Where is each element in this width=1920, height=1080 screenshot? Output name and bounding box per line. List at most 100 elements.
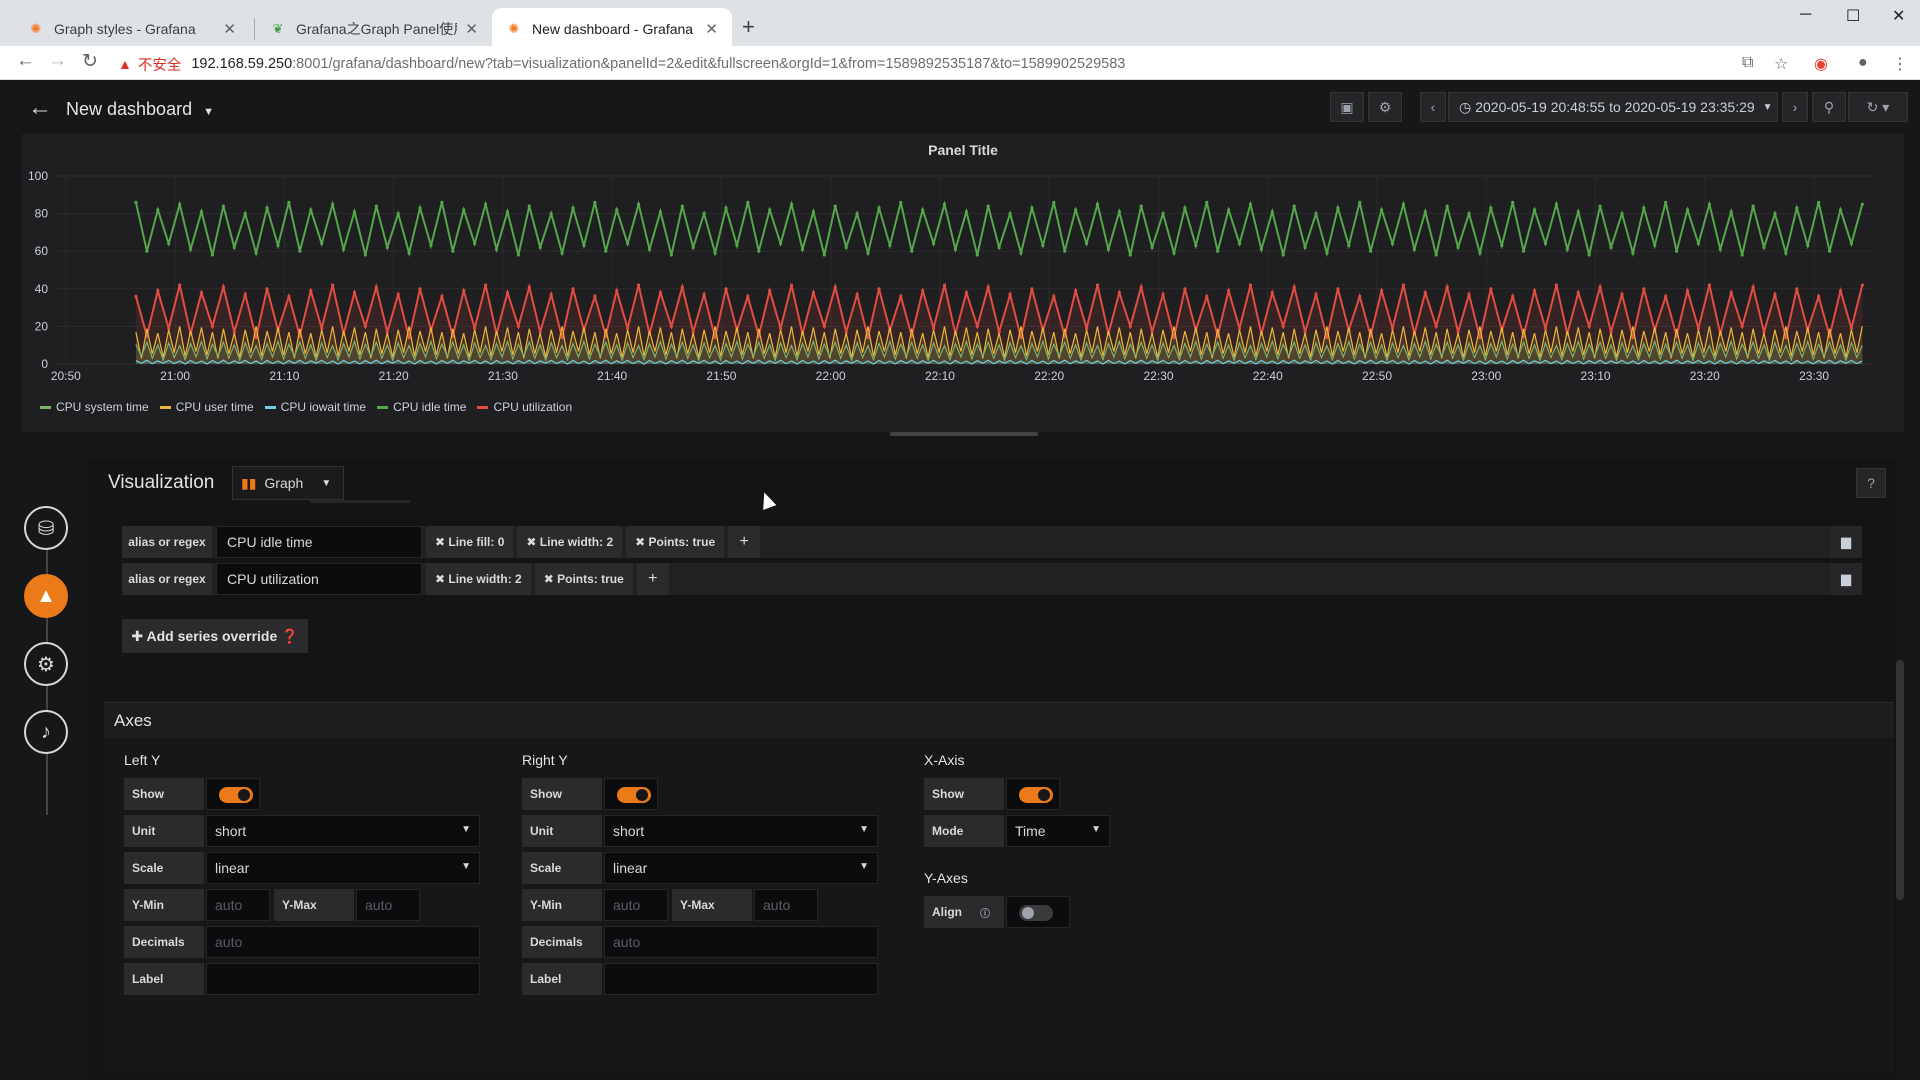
menu-icon[interactable]: ⋮	[1892, 54, 1908, 74]
override-pill[interactable]: ✖ Line fill: 0	[426, 526, 514, 558]
data-point	[1030, 206, 1034, 210]
viz-type: Graph	[264, 475, 304, 491]
data-point	[352, 290, 357, 295]
extension-icon[interactable]: ◉	[1814, 54, 1828, 74]
left-y-min-input[interactable]: auto	[206, 889, 270, 921]
data-point	[582, 243, 586, 248]
left-y-scale-select[interactable]: linear ▼	[206, 852, 480, 884]
y-axes-align-toggle[interactable]	[1006, 896, 1070, 928]
right-y-max-input[interactable]: auto	[754, 889, 818, 921]
data-point	[1532, 289, 1537, 293]
legend-item[interactable]: CPU idle time	[377, 400, 466, 414]
add-override-property-button[interactable]: +	[728, 526, 761, 558]
data-point	[429, 243, 433, 248]
override-pill[interactable]: ✖ Points: true	[534, 563, 633, 595]
data-point	[243, 212, 247, 216]
toggle-switch[interactable]	[1019, 787, 1053, 803]
left-y-unit-select[interactable]: short ▼	[206, 815, 480, 847]
minimize-icon[interactable]: ─	[1800, 6, 1811, 24]
toggle-switch[interactable]	[1019, 905, 1053, 921]
time-range-picker[interactable]: ◷ 2020-05-19 20:48:55 to 2020-05-19 23:3…	[1448, 92, 1778, 122]
data-point	[1707, 202, 1711, 206]
grafana-icon: ✺	[30, 21, 42, 36]
trash-icon[interactable]: ▆	[1830, 526, 1862, 558]
legend-item[interactable]: CPU iowait time	[264, 400, 366, 414]
axes-section-header[interactable]: Axes	[104, 702, 1894, 738]
override-pill[interactable]: ✖ Line width: 2	[517, 526, 623, 558]
visualization-picker[interactable]: ▮▮ Graph ▼	[232, 466, 344, 500]
right-y-label-input[interactable]	[604, 963, 878, 995]
data-point	[363, 324, 368, 328]
dashboard-title[interactable]: New dashboard ▼	[66, 99, 214, 120]
browser-tab-new-dashboard[interactable]: ✺ New dashboard - Grafana ✕	[492, 8, 732, 50]
legend-item[interactable]: CPU user time	[159, 400, 254, 414]
x-axis-mode-select[interactable]: Time ▼	[1006, 815, 1110, 847]
trash-icon[interactable]: ▆	[1830, 563, 1862, 595]
back-icon[interactable]: ←	[16, 50, 35, 72]
close-icon[interactable]: ✕	[705, 20, 718, 38]
help-button[interactable]: ?	[1856, 468, 1886, 498]
translate-icon[interactable]: ⧉	[1742, 54, 1753, 72]
legend-item[interactable]: CPU system time	[40, 400, 149, 414]
forward-icon[interactable]: →	[48, 50, 67, 72]
x-axis-show-toggle[interactable]	[1006, 778, 1060, 810]
data-point	[1718, 247, 1722, 251]
close-icon[interactable]: ✕	[465, 20, 478, 38]
settings-button[interactable]: ⚙	[1368, 92, 1402, 122]
right-y-unit-select[interactable]: short ▼	[604, 815, 878, 847]
add-override-property-button[interactable]: +	[636, 563, 669, 595]
panel-title[interactable]: Panel Title	[22, 142, 1904, 158]
time-back-button[interactable]: ‹	[1420, 92, 1446, 122]
maximize-icon[interactable]: ☐	[1846, 6, 1860, 26]
browser-tab-graph-panel[interactable]: ❦ Grafana之Graph Panel使用(翻… ✕	[256, 8, 492, 50]
zoom-out-button[interactable]: ⚲	[1812, 92, 1846, 122]
back-arrow-icon[interactable]: ←	[28, 94, 52, 122]
reload-icon[interactable]: ↻	[82, 50, 98, 73]
visualization-tab-button[interactable]: ▲	[24, 574, 68, 618]
override-alias-input[interactable]: CPU idle time	[216, 526, 422, 558]
close-window-icon[interactable]: ✕	[1892, 6, 1905, 26]
override-pill[interactable]: ✖ Line width: 2	[426, 563, 531, 595]
right-y-min-input[interactable]: auto	[604, 889, 668, 921]
right-y-scale-select[interactable]: linear ▼	[604, 852, 878, 884]
time-forward-button[interactable]: ›	[1782, 92, 1808, 122]
save-dashboard-button[interactable]: ▣	[1330, 92, 1364, 122]
caret-down-icon: ▼	[321, 477, 332, 489]
y-tick-label: 20	[35, 319, 49, 333]
panel-resize-handle[interactable]	[890, 432, 1038, 436]
data-point	[1227, 208, 1231, 212]
profile-icon[interactable]: ●	[1858, 54, 1868, 72]
new-tab-icon[interactable]: +	[742, 14, 755, 40]
info-icon[interactable]: ⓘ	[980, 905, 990, 920]
right-y-decimals-input[interactable]: auto	[604, 926, 878, 958]
address-bar: ← → ↻ ▲ 不安全 192.168.59.250:8001/grafana/…	[0, 46, 1920, 80]
scrollbar[interactable]	[1896, 660, 1904, 900]
left-y-label-input[interactable]	[206, 963, 480, 995]
override-pill[interactable]: ✖ Points: true	[626, 526, 725, 558]
left-y-decimals-input[interactable]: auto	[206, 926, 480, 958]
graph-canvas[interactable]: 0 20 40 60 80 100 20:50 21:00 21:10 21:20 21:30 21:…	[22, 162, 1904, 400]
close-icon[interactable]: ✕	[223, 20, 236, 38]
data-point	[1664, 200, 1668, 204]
data-point	[1052, 294, 1056, 298]
graph-panel[interactable]: Panel Title 0 20 40 60 80 100 20:50 21:00 21:10 2…	[22, 134, 1904, 432]
toggle-switch[interactable]	[219, 787, 253, 803]
data-point	[1161, 292, 1165, 297]
field-label: Unit	[522, 815, 602, 847]
toggle-switch[interactable]	[617, 787, 651, 803]
url-field[interactable]: ▲ 不安全 192.168.59.250:8001/grafana/dashbo…	[118, 52, 1738, 76]
legend-item[interactable]: CPU utilization	[477, 400, 572, 414]
right-y-show-toggle[interactable]	[604, 778, 658, 810]
general-tab-button[interactable]: ⚙	[24, 642, 68, 686]
data-point	[833, 204, 837, 208]
add-series-override-button[interactable]: ✚ Add series override ❓	[122, 619, 308, 653]
browser-tab-graph-styles[interactable]: ✺ Graph styles - Grafana ✕	[14, 8, 250, 50]
left-y-show-toggle[interactable]	[206, 778, 260, 810]
refresh-button[interactable]: ↻ ▾	[1848, 92, 1908, 122]
star-icon[interactable]: ☆	[1774, 54, 1788, 74]
override-alias-input[interactable]: CPU utilization	[216, 563, 422, 595]
queries-tab-button[interactable]: ⛁	[24, 506, 68, 550]
data-point	[156, 208, 160, 212]
alert-tab-button[interactable]: ♪	[24, 710, 68, 754]
left-y-max-input[interactable]: auto	[356, 889, 420, 921]
